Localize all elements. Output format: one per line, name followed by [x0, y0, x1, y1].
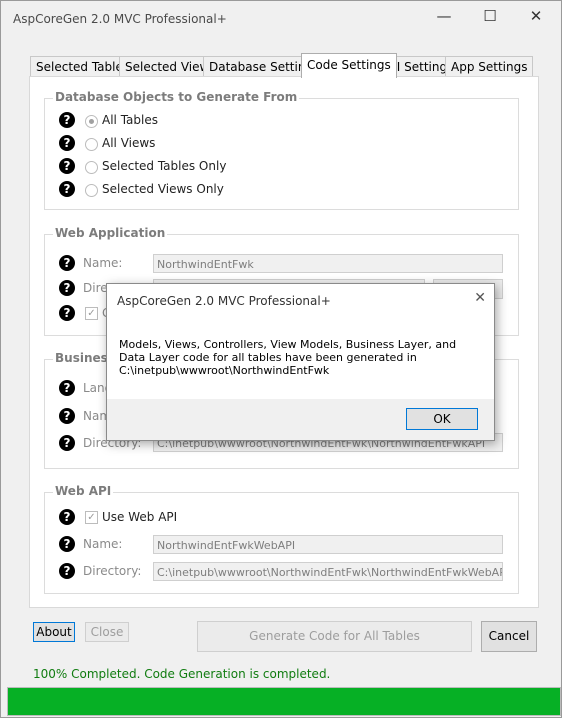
radio-all-tables[interactable] [85, 115, 98, 128]
web-api-dir-field[interactable]: C:\inetpub\wwwroot\NorthwindEntFwk\North… [153, 562, 503, 581]
help-icon[interactable]: ? [59, 181, 75, 197]
use-web-api-label: Use Web API [102, 510, 178, 524]
db-objects-group: Database Objects to Generate From ? All … [44, 90, 519, 210]
web-api-name-label: Name: [83, 537, 123, 551]
tab-app-settings[interactable]: App Settings [445, 56, 534, 77]
web-app-name-label: Name: [83, 256, 123, 270]
help-icon[interactable]: ? [59, 536, 75, 552]
ok-button[interactable]: OK [406, 408, 478, 430]
web-api-name-field[interactable]: NorthwindEntFwkWebAPI [153, 535, 503, 554]
message-dialog: AspCoreGen 2.0 MVC Professional+ ✕ Model… [106, 283, 495, 441]
radio-label-selected-tables-only: Selected Tables Only [102, 159, 227, 173]
dialog-message: Models, Views, Controllers, View Models,… [119, 338, 457, 377]
progress-bar [7, 687, 561, 716]
help-icon[interactable]: ? [59, 255, 75, 271]
radio-label-all-views: All Views [102, 136, 156, 150]
help-icon[interactable]: ? [59, 305, 75, 321]
tab-code-settings[interactable]: Code Settings [301, 53, 397, 78]
cancel-button[interactable]: Cancel [481, 621, 537, 652]
close-button[interactable]: Close [85, 622, 129, 642]
use-web-api-checkbox[interactable]: ✓ [85, 511, 98, 524]
status-text: 100% Completed. Code Generation is compl… [33, 667, 331, 681]
generate-code-button[interactable]: Generate Code for All Tables [197, 621, 472, 652]
radio-selected-tables-only[interactable] [85, 161, 98, 174]
help-icon[interactable]: ? [59, 563, 75, 579]
help-icon[interactable]: ? [59, 408, 75, 424]
web-api-legend: Web API [53, 484, 114, 498]
radio-label-all-tables: All Tables [102, 113, 158, 127]
help-icon[interactable]: ? [59, 435, 75, 451]
progress-fill [8, 688, 560, 715]
web-api-group: Web API ? ✓ Use Web API ? Name: Northwin… [44, 484, 519, 594]
web-application-legend: Web Application [53, 226, 168, 240]
radio-all-views[interactable] [85, 138, 98, 151]
about-button[interactable]: About [33, 622, 75, 642]
radio-selected-views-only[interactable] [85, 184, 98, 197]
window-title: AspCoreGen 2.0 MVC Professional+ [13, 12, 227, 26]
web-app-name-field[interactable]: NorthwindEntFwk [153, 254, 503, 273]
help-icon[interactable]: ? [59, 112, 75, 128]
db-objects-legend: Database Objects to Generate From [53, 90, 300, 104]
help-icon[interactable]: ? [59, 280, 75, 296]
help-icon[interactable]: ? [59, 509, 75, 525]
dialog-title: AspCoreGen 2.0 MVC Professional+ [117, 294, 331, 308]
minimize-button[interactable]: — [421, 1, 467, 32]
web-app-checkbox[interactable]: ✓ [85, 307, 98, 320]
dialog-footer: OK [107, 399, 494, 440]
web-api-dir-label: Directory: [83, 564, 142, 578]
window-close-button[interactable]: ✕ [513, 1, 559, 32]
help-icon[interactable]: ? [59, 380, 75, 396]
maximize-button[interactable]: ☐ [467, 1, 513, 32]
radio-label-selected-views-only: Selected Views Only [102, 182, 224, 196]
help-icon[interactable]: ? [59, 158, 75, 174]
dialog-close-icon[interactable]: ✕ [474, 290, 486, 306]
help-icon[interactable]: ? [59, 135, 75, 151]
